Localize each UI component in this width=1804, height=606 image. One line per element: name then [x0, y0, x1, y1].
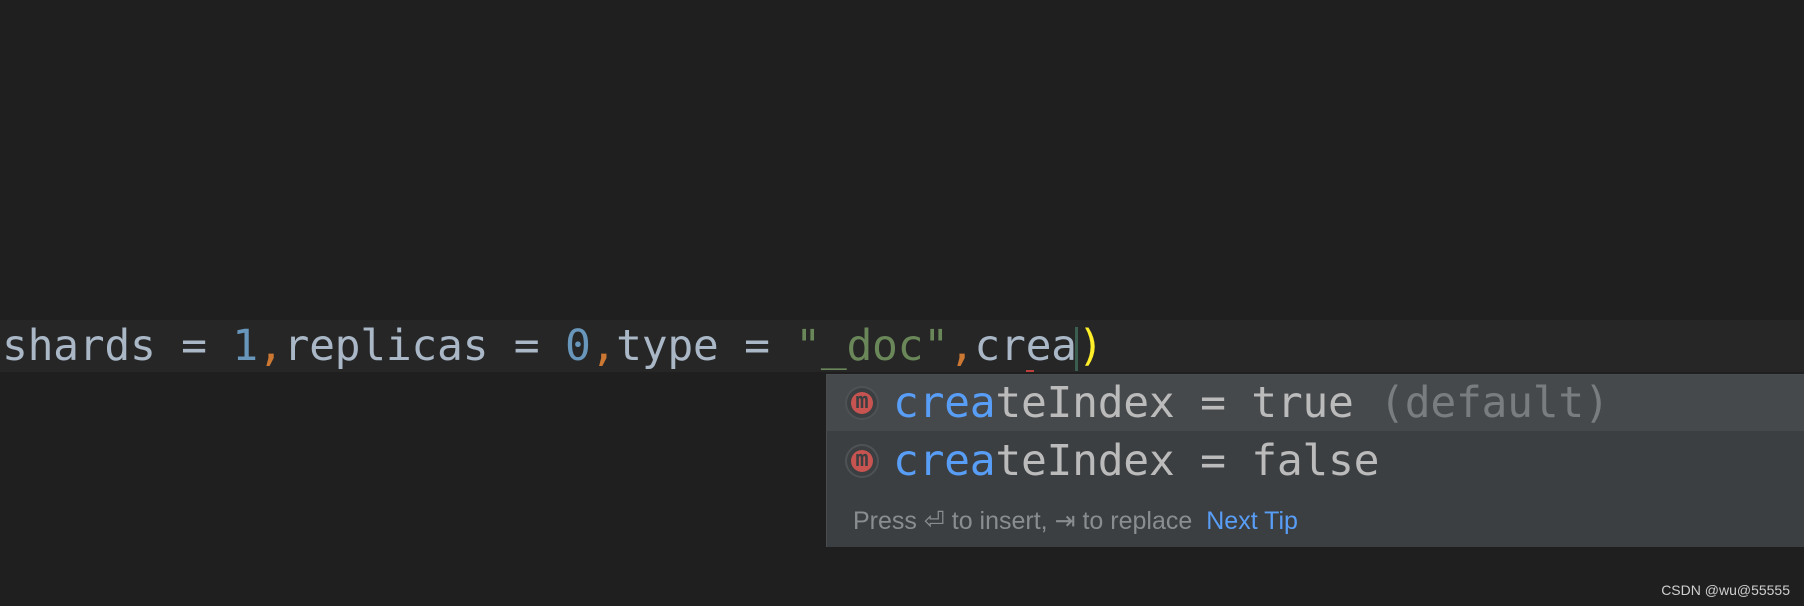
- code-comma: ,: [948, 321, 975, 371]
- footer-hint-text: Press ⏎ to insert, ⇥ to replace: [853, 507, 1193, 535]
- method-icon: m: [845, 386, 879, 420]
- completion-item-text: createIndex = true (default): [893, 375, 1610, 431]
- completion-footer: Press ⏎ to insert, ⇥ to replace Next Tip: [853, 503, 1298, 539]
- code-token: shards =: [2, 321, 233, 371]
- code-editor[interactable]: shards = 1,replicas = 0,type = "_doc",cr…: [0, 0, 1804, 606]
- code-token: replicas =: [283, 321, 565, 371]
- completion-match: crea: [893, 378, 996, 428]
- completion-rest: teIndex = true: [995, 378, 1354, 428]
- code-comma: ,: [590, 321, 617, 371]
- method-icon-glyph: m: [855, 389, 869, 414]
- method-icon: m: [845, 444, 879, 478]
- closing-paren: ): [1077, 321, 1104, 371]
- code-number: 1: [232, 321, 258, 371]
- completion-rest: teIndex = false: [995, 436, 1380, 486]
- code-token: type =: [616, 321, 796, 371]
- code-comma: ,: [257, 321, 284, 371]
- error-squiggle: [1026, 364, 1034, 372]
- watermark: CSDN @wu@55555: [1661, 582, 1790, 598]
- completion-match: crea: [893, 436, 996, 486]
- completion-popup[interactable]: m createIndex = true (default) m createI…: [826, 374, 1804, 547]
- completion-hint: (default): [1353, 378, 1610, 428]
- completion-item[interactable]: m createIndex = true (default): [827, 375, 1804, 431]
- method-icon-glyph: m: [855, 447, 869, 472]
- completion-item[interactable]: m createIndex = false: [827, 433, 1804, 489]
- code-line[interactable]: shards = 1,replicas = 0,type = "_doc",cr…: [2, 320, 1104, 372]
- completion-item-text: createIndex = false: [893, 433, 1379, 489]
- code-number: 0: [564, 321, 591, 371]
- next-tip-link[interactable]: Next Tip: [1206, 507, 1298, 535]
- code-string: "_doc": [795, 321, 949, 371]
